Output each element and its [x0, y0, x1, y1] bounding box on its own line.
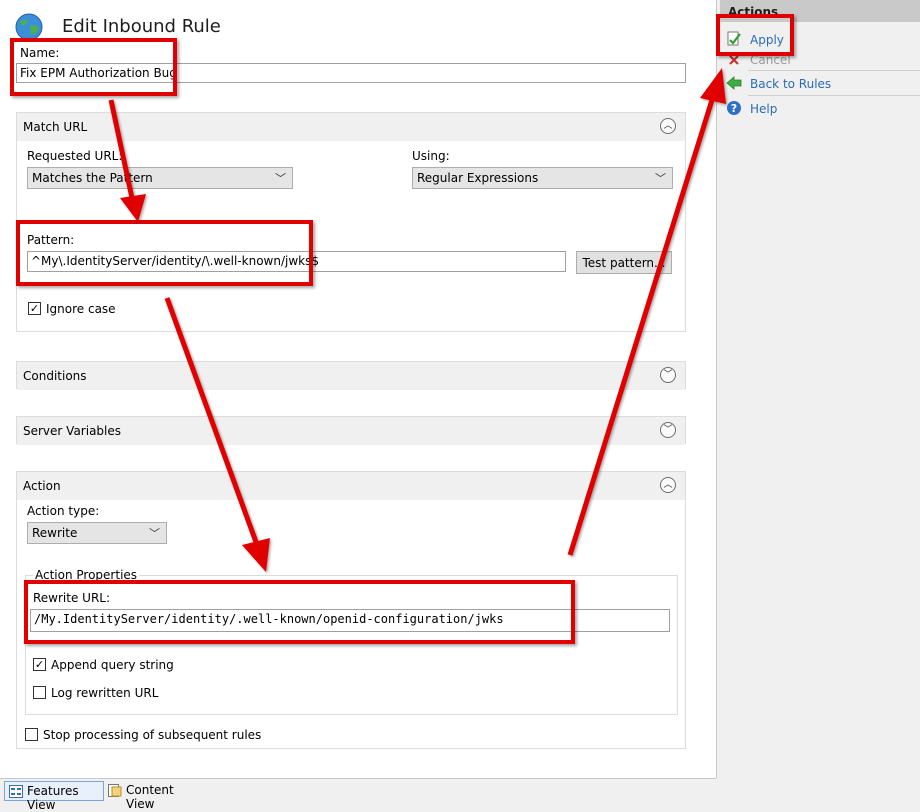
cancel-icon	[729, 55, 739, 65]
back-to-rules-link[interactable]: Back to Rules	[750, 77, 831, 91]
ignore-case-label: Ignore case	[46, 302, 116, 316]
append-query-checkbox[interactable]: ✓	[33, 658, 46, 671]
server-variables-title: Server Variables	[23, 424, 122, 438]
actions-pane: Actions Apply Cancel Back to Rules ? Hel…	[720, 0, 920, 804]
rule-editor-panel: Edit Inbound Rule Name: Fix EPM Authoriz…	[0, 0, 717, 778]
help-link[interactable]: Help	[750, 102, 777, 116]
action-title: Action	[23, 479, 61, 493]
requested-url-label: Requested URL:	[27, 149, 123, 163]
cancel-link[interactable]: Cancel	[750, 53, 791, 67]
view-tabs-bar: Features View Content View	[0, 778, 716, 812]
tab-features-view-label: Features View	[27, 784, 79, 812]
ignore-case-checkbox[interactable]: ✓	[28, 302, 41, 315]
pattern-label: Pattern:	[27, 233, 75, 247]
requested-url-value: Matches the Pattern	[32, 171, 153, 185]
name-input[interactable]: Fix EPM Authorization Bug	[16, 63, 686, 83]
features-view-icon	[9, 785, 23, 798]
log-rewritten-label: Log rewritten URL	[51, 686, 159, 700]
content-view-icon	[108, 784, 122, 797]
apply-icon	[727, 31, 741, 46]
action-properties-title: Action Properties	[33, 568, 140, 582]
match-url-section: Match URL ︿	[16, 112, 686, 332]
rewrite-url-input[interactable]: /My.IdentityServer/identity/.well-known/…	[30, 609, 670, 632]
action-header[interactable]: Action ︿	[17, 472, 685, 500]
match-url-title: Match URL	[23, 120, 88, 134]
conditions-title: Conditions	[23, 369, 87, 383]
tab-features-view[interactable]: Features View	[4, 781, 104, 812]
action-type-label: Action type:	[27, 504, 100, 518]
globe-icon	[15, 13, 43, 41]
using-label: Using:	[412, 149, 450, 163]
actions-separator	[748, 95, 920, 96]
back-arrow-icon	[726, 76, 742, 90]
test-pattern-button[interactable]: Test pattern...	[576, 251, 672, 274]
action-type-value: Rewrite	[32, 526, 78, 540]
requested-url-select[interactable]: Matches the Pattern ﹀	[27, 167, 293, 189]
collapse-chevron-icon[interactable]: ︿	[660, 118, 676, 134]
apply-link[interactable]: Apply	[750, 33, 784, 47]
pattern-input[interactable]: ^My\.IdentityServer/identity/\.well-know…	[27, 251, 566, 272]
tab-content-view-label: Content View	[126, 783, 174, 811]
chevron-down-icon: ﹀	[655, 172, 666, 185]
expand-chevron-icon[interactable]: ﹀	[660, 422, 676, 438]
append-query-label: Append query string	[51, 658, 174, 672]
using-value: Regular Expressions	[417, 171, 539, 185]
expand-chevron-icon[interactable]: ﹀	[660, 367, 676, 383]
stop-processing-checkbox[interactable]	[25, 728, 38, 741]
page-title: Edit Inbound Rule	[62, 16, 221, 37]
match-url-header[interactable]: Match URL ︿	[17, 113, 685, 141]
collapse-chevron-icon[interactable]: ︿	[660, 477, 676, 493]
actions-separator	[748, 70, 920, 71]
help-icon: ?	[727, 101, 741, 115]
log-rewritten-checkbox[interactable]	[33, 686, 46, 699]
actions-title: Actions	[728, 5, 779, 19]
using-select[interactable]: Regular Expressions ﹀	[412, 167, 673, 189]
rewrite-url-label: Rewrite URL:	[33, 591, 111, 605]
stop-processing-label: Stop processing of subsequent rules	[43, 728, 262, 742]
name-label: Name:	[20, 46, 60, 60]
tab-content-view[interactable]: Content View	[104, 781, 204, 811]
action-type-select[interactable]: Rewrite ﹀	[27, 522, 167, 544]
actions-header: Actions	[720, 0, 920, 22]
svg-text:?: ?	[731, 102, 737, 115]
chevron-down-icon: ﹀	[149, 527, 160, 540]
server-variables-section[interactable]: Server Variables ﹀	[16, 416, 686, 445]
conditions-section[interactable]: Conditions ﹀	[16, 361, 686, 390]
chevron-down-icon: ﹀	[275, 172, 286, 185]
